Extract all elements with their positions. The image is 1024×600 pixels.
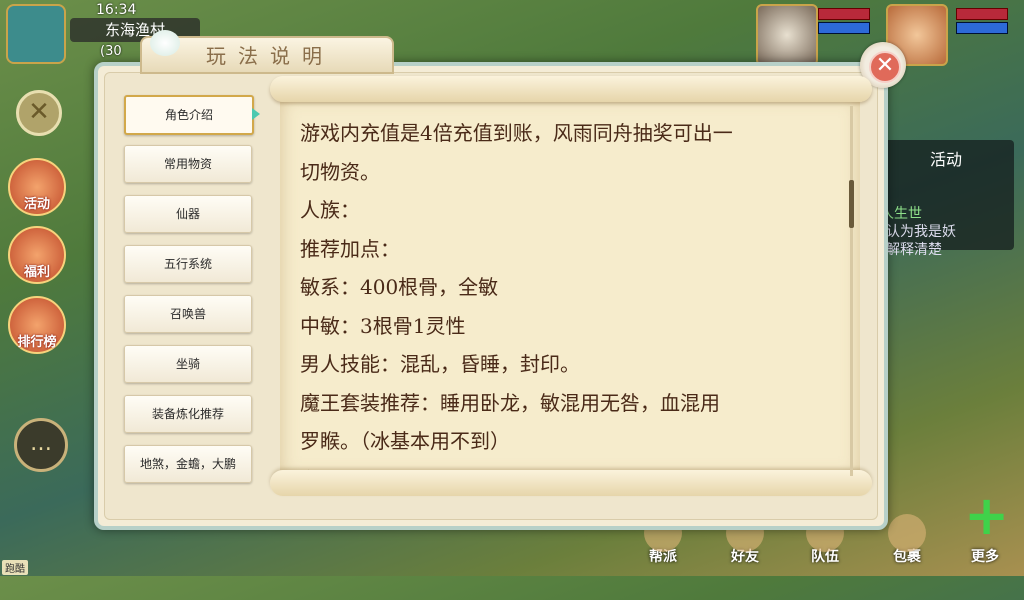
- menu-item-five-elements[interactable]: 五行系统: [124, 245, 252, 283]
- content-line: 中敏：3根骨1灵性: [300, 313, 466, 338]
- location-coords: (30: [100, 44, 122, 59]
- ranking-side-button[interactable]: 排行榜: [8, 296, 66, 354]
- menu-item-character-intro[interactable]: 角色介绍: [124, 95, 254, 135]
- activity-side-button[interactable]: 活动: [8, 158, 66, 216]
- menu-item-bosses[interactable]: 地煞，金蟾，大鹏: [124, 445, 252, 483]
- content-line: 人族：: [300, 198, 360, 222]
- pet-mp-bar: [818, 22, 870, 34]
- plus-icon[interactable]: +: [964, 489, 1009, 543]
- lotus-flower-icon: [150, 30, 180, 56]
- content-line: 游戏内充值是4倍充值到账，风雨同舟抽奖可出一: [300, 121, 733, 145]
- chat-icon[interactable]: …: [14, 418, 68, 472]
- menu-item-immortal-artifacts[interactable]: 仙器: [124, 195, 252, 233]
- menu-selected-arrow-icon: [252, 108, 260, 120]
- content-line: 魔王套装推荐：睡用卧龙，敏混用无咎，血混用: [300, 390, 720, 415]
- pet-avatar[interactable]: [756, 4, 818, 66]
- scrollbar-thumb[interactable]: [849, 180, 854, 228]
- clock-time: 16:34: [96, 2, 137, 18]
- pet-hp-bar: [818, 8, 870, 20]
- content-line: 敏系：400根骨，全敏: [300, 275, 499, 299]
- content-line: 切物资。: [300, 159, 380, 184]
- close-icon: ✕: [869, 51, 901, 83]
- activity-side-label: 活动: [23, 197, 50, 212]
- more-label: 更多: [971, 549, 999, 565]
- activity-title: 活动: [930, 150, 963, 169]
- welfare-side-label: 福利: [23, 265, 50, 280]
- content-line: 推荐加点：: [300, 236, 400, 261]
- menu-item-summoned-beasts[interactable]: 召唤兽: [124, 295, 252, 333]
- scrollbar-track[interactable]: [850, 106, 853, 476]
- content-line: 女人技能：毒，睡，冰: [300, 461, 840, 471]
- scroll-rod-bottom: [270, 470, 872, 496]
- bag-icon: [888, 514, 926, 552]
- menu-item-equipment-refining[interactable]: 装备炼化推荐: [124, 395, 252, 433]
- content-line: 罗睺。（冰基本用不到）: [300, 429, 510, 453]
- dialog-title: 玩法说明: [206, 44, 334, 68]
- scroll-rod-top: [270, 76, 872, 102]
- player-mp-bar: [956, 22, 1008, 34]
- hud-collapse-button[interactable]: ✕: [16, 90, 62, 136]
- menu-item-mounts[interactable]: 坐骑: [124, 345, 252, 383]
- welfare-side-button[interactable]: 福利: [8, 226, 66, 284]
- map-icon[interactable]: [6, 4, 66, 64]
- corner-tag: 跑酷: [2, 560, 28, 575]
- player-hp-bar: [956, 8, 1008, 20]
- instructions-text: 游戏内充值是4倍充值到账，风雨同舟抽奖可出一 切物资。 人族： 推荐加点： 敏系…: [300, 114, 840, 470]
- menu-item-common-supplies[interactable]: 常用物资: [124, 145, 252, 183]
- content-line: 男人技能：混乱，昏睡，封印。: [300, 352, 580, 376]
- ranking-side-label: 排行榜: [17, 335, 57, 350]
- content-scroll[interactable]: 游戏内充值是4倍充值到账，风雨同舟抽奖可出一 切物资。 人族： 推荐加点： 敏系…: [270, 76, 872, 496]
